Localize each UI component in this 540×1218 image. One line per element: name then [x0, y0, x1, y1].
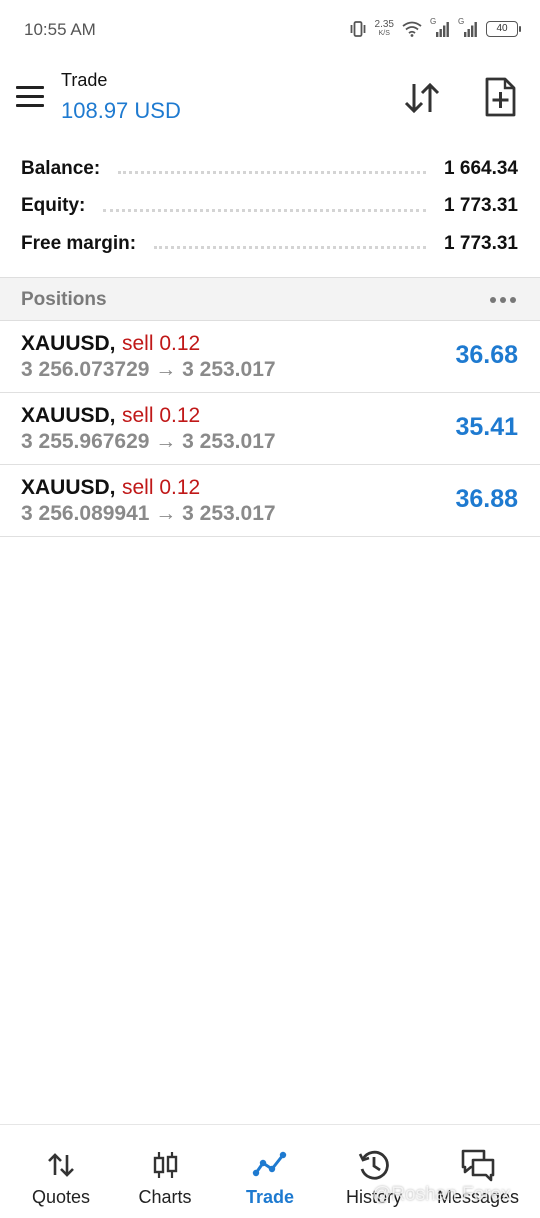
position-list: XAUUSD, sell 0.12 3 256.073729 → 3 253.0… — [0, 321, 540, 537]
nav-label: Messages — [436, 1187, 520, 1207]
page-title: Trade — [61, 70, 108, 90]
net-speed-unit: K/S — [378, 30, 390, 37]
nav-item-charts[interactable]: Charts — [113, 1125, 217, 1218]
summary-label: Balance: — [21, 157, 101, 179]
position-prices: 3 256.073729 → 3 253.017 — [21, 358, 276, 381]
position-side: sell 0.12 — [122, 332, 201, 355]
position-profit: 36.88 — [455, 485, 518, 513]
summary-label: Free margin: — [21, 232, 137, 254]
signal-icon — [436, 22, 449, 37]
quotes-icon — [48, 1153, 74, 1177]
app-header: Trade 108.97 USD — [0, 58, 540, 140]
summary-row-free-margin: Free margin: 1 773.31 — [0, 225, 540, 263]
nav-label: Trade — [245, 1187, 295, 1207]
status-icons: 2.35 K/S G G 40 — [349, 17, 521, 40]
account-profit: 108.97 USD — [61, 98, 181, 123]
dotted-leader — [103, 208, 427, 212]
wifi-icon — [402, 21, 422, 37]
nav-label: History — [345, 1187, 402, 1207]
summary-row-equity: Equity: 1 773.31 — [0, 188, 540, 226]
nav-item-trade[interactable]: Trade — [218, 1125, 322, 1218]
nav-item-quotes[interactable]: Quotes — [9, 1125, 113, 1218]
nav-label: Charts — [138, 1187, 192, 1207]
battery-icon: 40 — [486, 21, 521, 37]
net-speed-rate: 2.35 — [374, 19, 394, 30]
more-options-icon[interactable] — [490, 297, 516, 303]
position-side: sell 0.12 — [122, 476, 201, 499]
position-prices: 3 255.967629 → 3 253.017 — [21, 430, 276, 453]
summary-row-balance: Balance: 1 664.34 — [0, 150, 540, 188]
signal-2: G — [458, 17, 478, 38]
history-icon — [358, 1150, 389, 1180]
dotted-leader — [118, 171, 427, 175]
positions-title: Positions — [21, 289, 107, 310]
position-row[interactable]: XAUUSD, sell 0.12 3 256.089941 → 3 253.0… — [0, 465, 540, 537]
position-symbol: XAUUSD, — [21, 476, 116, 499]
net-speed: 2.35 K/S — [375, 20, 394, 38]
summary-value: 1 664.34 — [444, 157, 518, 179]
position-profit: 35.41 — [455, 413, 518, 441]
trade-trend-icon — [252, 1151, 287, 1177]
position-row[interactable]: XAUUSD, sell 0.12 3 256.073729 → 3 253.0… — [0, 321, 540, 393]
nav-label: Quotes — [31, 1187, 91, 1207]
summary-value: 1 773.31 — [444, 232, 518, 254]
nav-item-history[interactable]: History — [322, 1125, 426, 1218]
position-symbol: XAUUSD, — [21, 404, 116, 427]
candlestick-chart-icon — [153, 1152, 178, 1178]
dotted-leader — [154, 246, 427, 250]
position-profit: 36.68 — [455, 341, 518, 369]
summary-value: 1 773.31 — [444, 195, 518, 217]
position-prices: 3 256.089941 → 3 253.017 — [21, 502, 276, 525]
status-time: 10:55 AM — [24, 20, 96, 39]
summary-label: Equity: — [21, 195, 86, 217]
status-bar: 10:55 AM 2.35 K/S G G 40 — [0, 0, 540, 58]
position-symbol: XAUUSD, — [21, 332, 116, 355]
signal-icon — [464, 22, 477, 37]
account-summary: Balance: 1 664.34 Equity: 1 773.31 Free … — [0, 150, 540, 263]
signal-1: G — [430, 17, 450, 38]
position-row[interactable]: XAUUSD, sell 0.12 3 255.967629 → 3 253.0… — [0, 393, 540, 465]
vibrate-icon — [350, 21, 365, 37]
bottom-navigation: Quotes Charts Trade History Messages — [0, 1124, 540, 1218]
position-side: sell 0.12 — [122, 404, 201, 427]
new-order-icon[interactable] — [482, 76, 518, 118]
nav-item-messages[interactable]: Messages — [426, 1125, 530, 1218]
positions-section-header: Positions — [0, 277, 540, 321]
sort-icon[interactable] — [402, 80, 442, 116]
messages-icon — [461, 1149, 495, 1182]
menu-icon[interactable] — [16, 86, 44, 108]
